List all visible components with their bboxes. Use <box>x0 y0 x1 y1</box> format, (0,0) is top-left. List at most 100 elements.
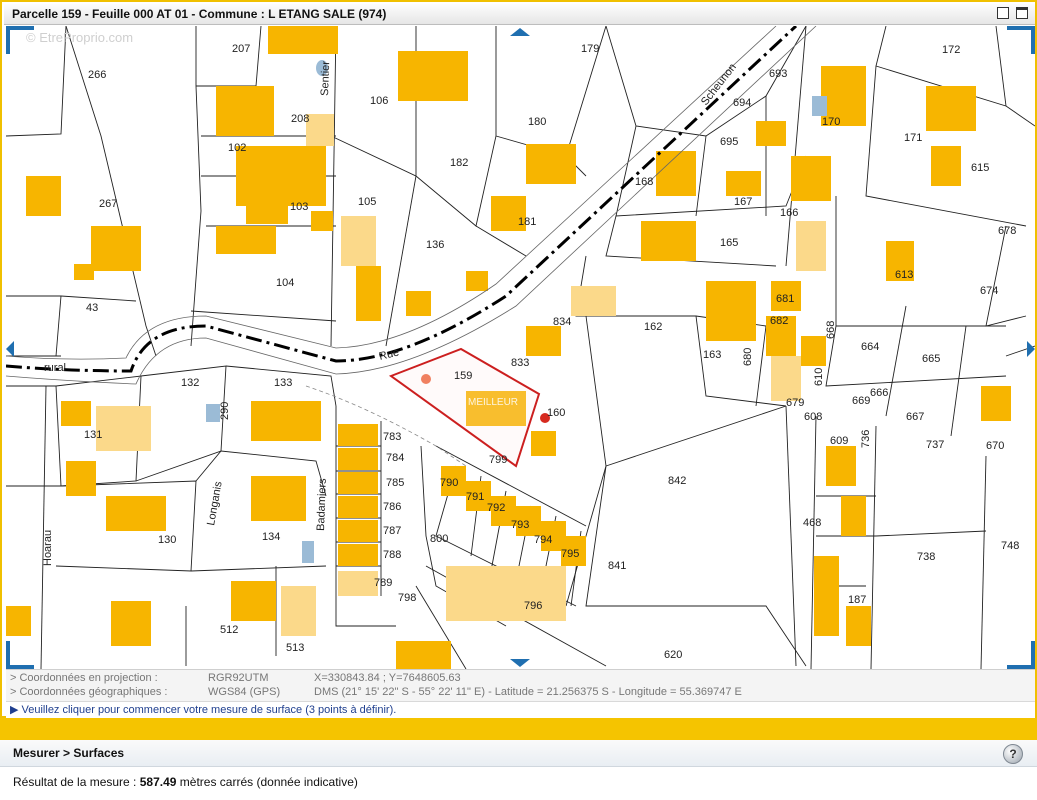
window-titlebar: Parcelle 159 - Feuille 000 AT 01 - Commu… <box>4 4 1035 25</box>
result-value: 587.49 <box>139 775 177 789</box>
parcel-666: 666 <box>870 387 888 399</box>
parcel-695: 695 <box>720 136 738 148</box>
pan-down-arrow[interactable] <box>510 659 530 667</box>
parcel-787: 787 <box>383 525 401 537</box>
parcel-799: 799 <box>489 454 507 466</box>
building <box>801 336 826 366</box>
parcel-682: 682 <box>770 315 788 327</box>
window-title: Parcelle 159 - Feuille 000 AT 01 - Commu… <box>12 7 387 21</box>
parcel-179: 179 <box>581 43 599 55</box>
building <box>466 271 488 291</box>
parcel-679: 679 <box>786 397 804 409</box>
parcel-736: 736 <box>860 430 872 448</box>
projection-label: > Coordonnées en projection : <box>10 672 158 684</box>
projection-value: X=330843.84 ; Y=7648605.63 <box>314 672 461 684</box>
building <box>791 156 831 201</box>
measure-result: Résultat de la mesure : 587.49 mètres ca… <box>13 775 358 789</box>
street-longanis: Longanis <box>205 480 225 527</box>
building <box>356 266 381 321</box>
parcel-793: 793 <box>511 519 529 531</box>
parcel-620: 620 <box>664 649 682 661</box>
parcel-694: 694 <box>733 97 751 109</box>
building <box>826 446 856 486</box>
building <box>846 606 871 646</box>
parcel-785: 785 <box>386 477 404 489</box>
parcel-833: 833 <box>511 357 529 369</box>
parcel-513: 513 <box>286 642 304 654</box>
building <box>656 151 696 196</box>
building <box>796 221 826 271</box>
building <box>926 86 976 131</box>
parcel-668: 668 <box>825 321 837 339</box>
parcel-841: 841 <box>608 560 626 572</box>
cadastral-map[interactable]: © EtreProprio.com MEILLEUR 207 266 106 179 1… <box>6 26 1035 669</box>
parcel-468: 468 <box>803 517 821 529</box>
parcel-watermark: MEILLEUR <box>468 397 518 408</box>
parcel-798: 798 <box>398 592 416 604</box>
geo-value: DMS (21° 15' 22" S - 55° 22' 11" E) - La… <box>314 686 742 698</box>
parcel-131: 131 <box>84 429 102 441</box>
parcel-674: 674 <box>980 285 998 297</box>
building <box>311 211 333 231</box>
pan-up-arrow[interactable] <box>510 28 530 36</box>
parcel-103: 103 <box>290 201 308 213</box>
parcel-678: 678 <box>998 225 1016 237</box>
building <box>216 226 276 254</box>
map-window: Parcelle 159 - Feuille 000 AT 01 - Commu… <box>0 0 1037 718</box>
parcel-610: 610 <box>813 368 825 386</box>
parcel-615: 615 <box>971 162 989 174</box>
parcel-512: 512 <box>220 624 238 636</box>
parcel-102: 102 <box>228 142 246 154</box>
parcel-centroid-marker <box>421 374 431 384</box>
parcel-170: 170 <box>822 116 840 128</box>
geo-label: > Coordonnées géographiques : <box>10 686 168 698</box>
parcel-786: 786 <box>383 501 401 513</box>
building <box>771 356 801 401</box>
parcel-171: 171 <box>904 132 922 144</box>
parcel-789: 789 <box>374 577 392 589</box>
building <box>91 226 141 271</box>
building <box>216 86 274 136</box>
coordinates-panel: > Coordonnées en projection : RGR92UTM X… <box>6 669 1035 718</box>
pan-left-arrow[interactable] <box>6 341 14 357</box>
building <box>111 601 151 646</box>
parcel-784: 784 <box>386 452 404 464</box>
help-icon[interactable]: ? <box>1003 744 1023 764</box>
building <box>26 176 61 216</box>
street-sentier: Sentier <box>319 61 332 97</box>
building <box>61 401 91 426</box>
parcel-160: 160 <box>547 407 565 419</box>
building <box>571 286 616 316</box>
parcel-608: 608 <box>804 411 822 423</box>
parcel-182: 182 <box>450 157 468 169</box>
parcel-670: 670 <box>986 440 1004 452</box>
geo-row: > Coordonnées géographiques : WGS84 (GPS… <box>10 686 742 700</box>
parcel-104: 104 <box>276 277 294 289</box>
parcel-187: 187 <box>848 594 866 606</box>
building <box>6 606 31 636</box>
measure-panel-title: Mesurer > Surfaces <box>13 746 125 760</box>
parcel-737: 737 <box>926 439 944 451</box>
result-prefix: Résultat de la mesure : <box>13 775 137 789</box>
pan-right-arrow[interactable] <box>1027 341 1035 357</box>
parcel-43: 43 <box>86 302 98 314</box>
parcel-181: 181 <box>518 216 536 228</box>
parcel-796: 796 <box>524 600 542 612</box>
restore-icon[interactable] <box>997 7 1009 19</box>
parcel-680: 680 <box>742 348 754 366</box>
building <box>338 520 378 542</box>
parcel-748: 748 <box>1001 540 1019 552</box>
projection-row: > Coordonnées en projection : RGR92UTM X… <box>10 672 461 686</box>
maximize-icon[interactable] <box>1016 7 1028 19</box>
building <box>756 121 786 146</box>
parcel-105: 105 <box>358 196 376 208</box>
water-basin <box>302 541 314 563</box>
building <box>338 472 378 494</box>
parcel-130: 130 <box>158 534 176 546</box>
parcel-794: 794 <box>534 534 552 546</box>
measure-panel: Mesurer > Surfaces ? Résultat de la mesu… <box>0 740 1037 800</box>
parcel-842: 842 <box>668 475 686 487</box>
map-canvas[interactable]: © EtreProprio.com MEILLEUR 207 266 106 179 1… <box>6 26 1035 669</box>
building <box>338 448 378 470</box>
parcel-172: 172 <box>942 44 960 56</box>
